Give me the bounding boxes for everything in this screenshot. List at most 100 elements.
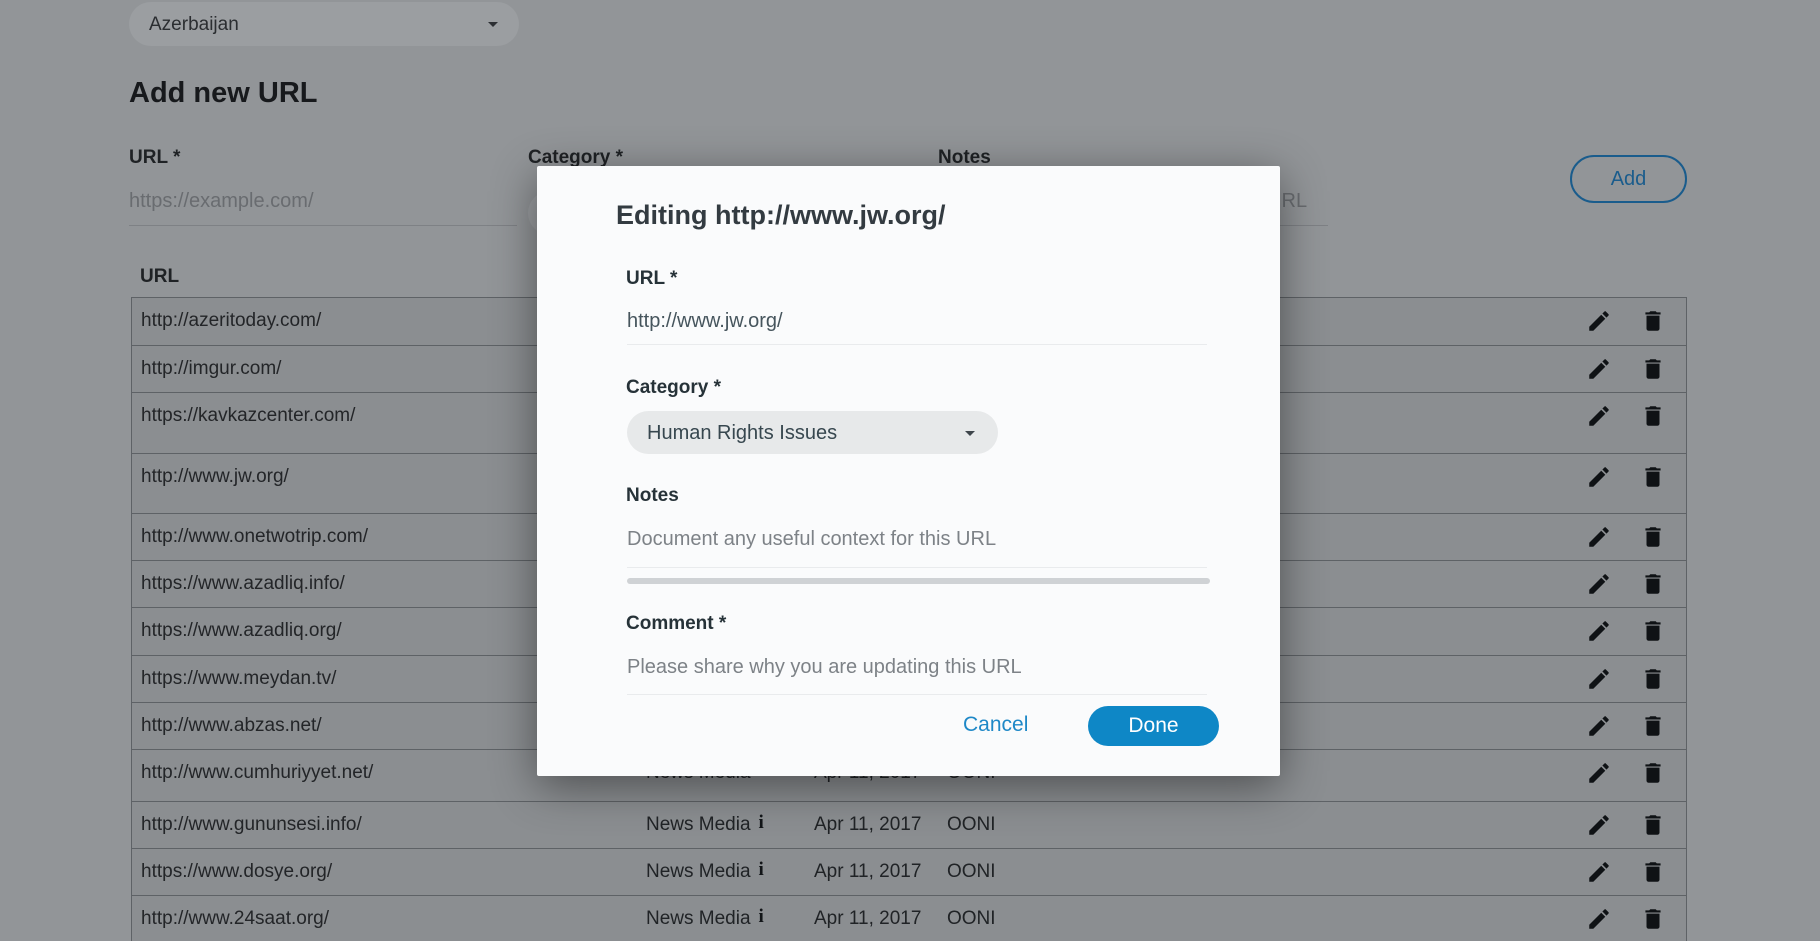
add-button[interactable]: Add bbox=[1570, 155, 1687, 203]
edit-button[interactable] bbox=[1585, 571, 1613, 599]
delete-button[interactable] bbox=[1639, 812, 1667, 840]
pencil-icon bbox=[1586, 403, 1612, 429]
pencil-icon bbox=[1586, 524, 1612, 550]
edit-button[interactable] bbox=[1585, 403, 1613, 431]
trash-icon bbox=[1640, 713, 1666, 739]
url-cell: https://kavkazcenter.com/ bbox=[141, 406, 355, 425]
trash-icon bbox=[1640, 524, 1666, 550]
pencil-icon bbox=[1586, 356, 1612, 382]
url-cell: https://www.dosye.org/ bbox=[141, 862, 332, 881]
chevron-down-icon bbox=[958, 421, 982, 450]
delete-button[interactable] bbox=[1639, 859, 1667, 887]
date-cell: Apr 11, 2017 bbox=[814, 909, 921, 928]
delete-button[interactable] bbox=[1639, 356, 1667, 384]
pencil-icon bbox=[1586, 308, 1612, 334]
pencil-icon bbox=[1586, 464, 1612, 490]
url-cell: https://www.azadliq.org/ bbox=[141, 621, 342, 640]
modal-comment-underline bbox=[627, 694, 1207, 695]
table-header-url: URL bbox=[140, 267, 179, 286]
trash-icon bbox=[1640, 666, 1666, 692]
page-title: Add new URL bbox=[129, 79, 318, 108]
url-cell: http://imgur.com/ bbox=[141, 359, 281, 378]
delete-button[interactable] bbox=[1639, 666, 1667, 694]
trash-icon bbox=[1640, 859, 1666, 885]
pencil-icon bbox=[1586, 713, 1612, 739]
cancel-button[interactable]: Cancel bbox=[963, 714, 1028, 735]
table-row: http://www.gununsesi.info/News MediaiApr… bbox=[132, 802, 1686, 849]
modal-comment-input[interactable]: Please share why you are updating this U… bbox=[627, 657, 1022, 677]
trash-icon bbox=[1640, 618, 1666, 644]
info-icon: i bbox=[759, 906, 764, 927]
delete-button[interactable] bbox=[1639, 464, 1667, 492]
edit-button[interactable] bbox=[1585, 906, 1613, 934]
pencil-icon bbox=[1586, 666, 1612, 692]
trash-icon bbox=[1640, 464, 1666, 490]
section-divider bbox=[627, 578, 1210, 584]
pencil-icon bbox=[1586, 812, 1612, 838]
modal-category-value: Human Rights Issues bbox=[647, 423, 837, 443]
delete-button[interactable] bbox=[1639, 308, 1667, 336]
modal-url-input[interactable]: http://www.jw.org/ bbox=[627, 311, 783, 331]
category-cell: News Mediai bbox=[646, 862, 764, 881]
modal-notes-input[interactable]: Document any useful context for this URL bbox=[627, 529, 996, 549]
trash-icon bbox=[1640, 403, 1666, 429]
edit-url-modal: Editing http://www.jw.org/ URL * http://… bbox=[537, 166, 1280, 776]
delete-button[interactable] bbox=[1639, 713, 1667, 741]
edit-button[interactable] bbox=[1585, 859, 1613, 887]
url-cell: http://www.cumhuriyyet.net/ bbox=[141, 763, 373, 782]
edit-button[interactable] bbox=[1585, 618, 1613, 646]
modal-category-select[interactable]: Human Rights Issues bbox=[627, 411, 998, 454]
url-cell: http://www.jw.org/ bbox=[141, 467, 289, 486]
delete-button[interactable] bbox=[1639, 571, 1667, 599]
delete-button[interactable] bbox=[1639, 618, 1667, 646]
url-input[interactable]: https://example.com/ bbox=[129, 191, 314, 211]
modal-notes-label: Notes bbox=[626, 486, 679, 505]
modal-url-underline bbox=[627, 344, 1207, 345]
url-cell: https://www.azadliq.info/ bbox=[141, 574, 345, 593]
category-cell: News Mediai bbox=[646, 815, 764, 834]
modal-title: Editing http://www.jw.org/ bbox=[616, 202, 945, 229]
done-button[interactable]: Done bbox=[1088, 706, 1219, 746]
trash-icon bbox=[1640, 906, 1666, 932]
delete-button[interactable] bbox=[1639, 524, 1667, 552]
url-cell: http://www.24saat.org/ bbox=[141, 909, 329, 928]
edit-button[interactable] bbox=[1585, 524, 1613, 552]
edit-button[interactable] bbox=[1585, 713, 1613, 741]
date-cell: Apr 11, 2017 bbox=[814, 862, 921, 881]
url-cell: http://www.abzas.net/ bbox=[141, 716, 322, 735]
url-label: URL * bbox=[129, 148, 180, 167]
url-input-underline bbox=[129, 225, 517, 226]
edit-button[interactable] bbox=[1585, 812, 1613, 840]
edit-button[interactable] bbox=[1585, 760, 1613, 788]
delete-button[interactable] bbox=[1639, 906, 1667, 934]
source-cell: OONI bbox=[947, 909, 996, 928]
trash-icon bbox=[1640, 308, 1666, 334]
country-select[interactable]: Azerbaijan bbox=[129, 2, 519, 46]
trash-icon bbox=[1640, 760, 1666, 786]
modal-comment-label: Comment * bbox=[626, 614, 726, 633]
edit-button[interactable] bbox=[1585, 308, 1613, 336]
info-icon: i bbox=[759, 859, 764, 880]
source-cell: OONI bbox=[947, 815, 996, 834]
url-cell: http://www.onetwotrip.com/ bbox=[141, 527, 368, 546]
notes-label: Notes bbox=[938, 148, 991, 167]
table-row: http://www.24saat.org/News MediaiApr 11,… bbox=[132, 896, 1686, 941]
category-label: Category * bbox=[528, 148, 623, 167]
table-row: https://www.dosye.org/News Mediai Apr 11,… bbox=[132, 849, 1686, 896]
trash-icon bbox=[1640, 812, 1666, 838]
source-cell: OONI bbox=[947, 862, 996, 881]
delete-button[interactable] bbox=[1639, 403, 1667, 431]
date-cell: Apr 11, 2017 bbox=[814, 815, 921, 834]
edit-button[interactable] bbox=[1585, 666, 1613, 694]
edit-button[interactable] bbox=[1585, 464, 1613, 492]
info-icon: i bbox=[759, 812, 764, 833]
delete-button[interactable] bbox=[1639, 760, 1667, 788]
trash-icon bbox=[1640, 571, 1666, 597]
pencil-icon bbox=[1586, 760, 1612, 786]
modal-category-label: Category * bbox=[626, 378, 721, 397]
chevron-down-icon bbox=[481, 12, 505, 41]
edit-button[interactable] bbox=[1585, 356, 1613, 384]
url-cell: http://azeritoday.com/ bbox=[141, 311, 321, 330]
pencil-icon bbox=[1586, 906, 1612, 932]
trash-icon bbox=[1640, 356, 1666, 382]
